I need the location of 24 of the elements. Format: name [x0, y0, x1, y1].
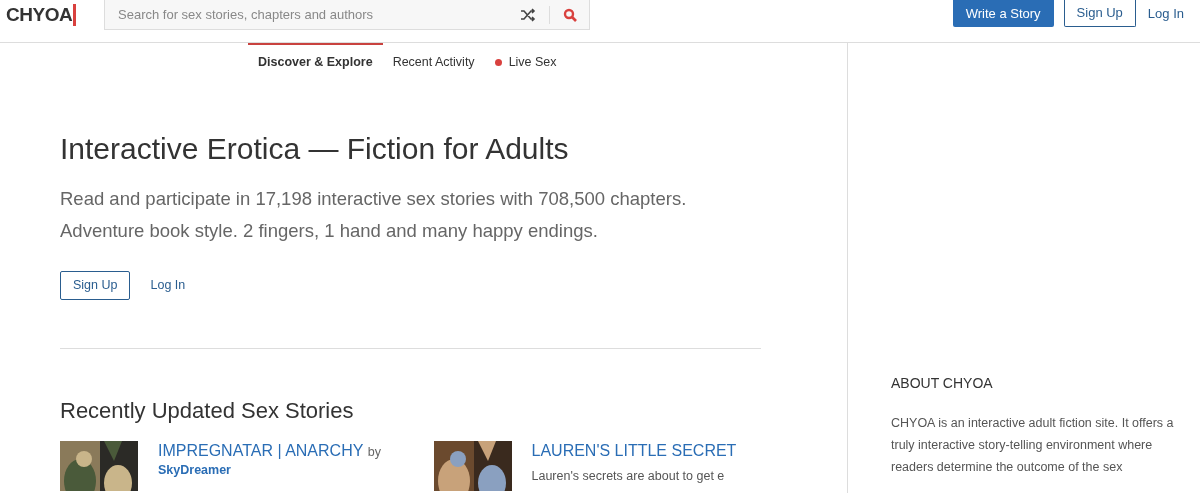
- hero-subtitle: Read and participate in 17,198 interactive sex stories with 708,500 chapters.: [60, 187, 688, 211]
- author-link[interactable]: SkyDreamer: [158, 462, 382, 478]
- log-in-link[interactable]: Log In: [150, 276, 186, 295]
- write-story-button[interactable]: Write a Story: [952, 0, 1054, 27]
- story-title-link[interactable]: LAUREN'S LITTLE SECRET: [531, 442, 737, 459]
- nav-tab[interactable]: Live Sex: [484, 43, 567, 79]
- shuffle-icon[interactable]: [520, 8, 536, 22]
- search-icon[interactable]: [563, 8, 577, 22]
- sidebar-title: ABOUT CHYOA: [891, 374, 994, 393]
- story-description: Lauren's secrets are about to get e: [531, 468, 726, 485]
- sign-up-button[interactable]: Sign Up: [1063, 0, 1136, 27]
- by-label: by: [367, 445, 382, 459]
- nav-tab[interactable]: Recent Activity: [382, 43, 485, 79]
- section-title: Recently Updated Sex Stories: [60, 397, 355, 425]
- logo[interactable]: CHYOA: [6, 0, 73, 30]
- nav-tab[interactable]: Discover & Explore: [248, 43, 383, 79]
- hero-title: Interactive Erotica — Fiction for Adults: [60, 131, 570, 167]
- story-title-link[interactable]: IMPREGNATAR | ANARCHY: [158, 442, 364, 459]
- logo-bar-icon: [73, 4, 77, 26]
- log-in-link[interactable]: Log In: [1145, 0, 1186, 27]
- about-text: CHYOA is an interactive adult fiction site. It offers a truly interactive story-telling environment where readers determine the outcome of the sex: [891, 415, 1175, 476]
- hero-subtitle: Adventure book style. 2 fingers, 1 hand and many happy endings.: [60, 219, 599, 243]
- search-field[interactable]: Search for sex stories, chapters and authors: [104, 0, 590, 30]
- sign-up-button[interactable]: Sign Up: [60, 271, 131, 300]
